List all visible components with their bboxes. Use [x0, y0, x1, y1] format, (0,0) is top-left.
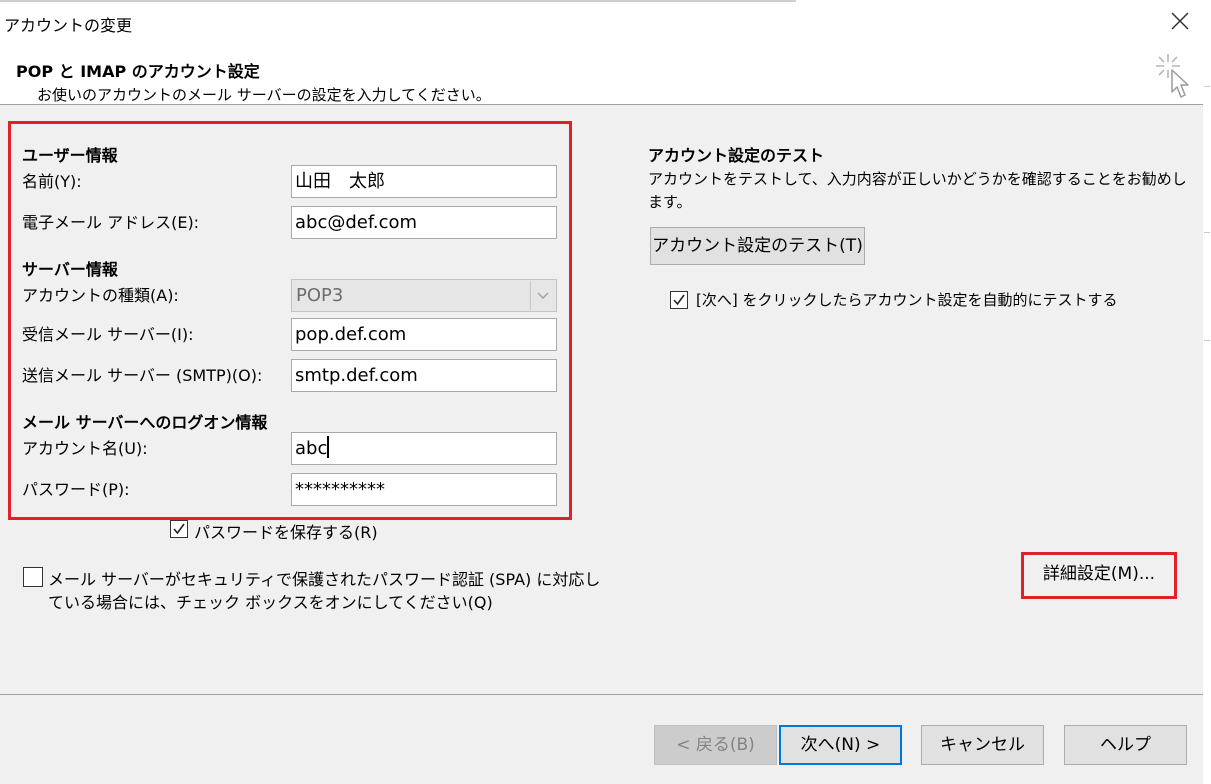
user-info-heading: ユーザー情報: [22, 146, 118, 165]
header-divider: [0, 104, 1203, 105]
logon-info-heading: メール サーバーへのログオン情報: [22, 413, 268, 432]
cursor-sparkle-icon: [1154, 52, 1196, 100]
incoming-server-field[interactable]: pop.def.com: [291, 318, 557, 351]
test-account-button[interactable]: アカウント設定のテスト(T): [650, 227, 865, 265]
title-bar: アカウントの変更: [0, 0, 1211, 46]
server-info-heading: サーバー情報: [22, 260, 118, 279]
checkmark-icon: [173, 523, 185, 535]
outgoing-server-field[interactable]: smtp.def.com: [291, 359, 557, 392]
footer-divider: [0, 694, 1203, 695]
spa-label-line1[interactable]: メール サーバーがセキュリティで保護されたパスワード認証 (SPA) に対応し: [48, 566, 600, 590]
account-change-dialog: アカウントの変更 POP と IMAP のアカウント設定 お使いのアカウントのメ…: [0, 0, 1211, 784]
outgoing-server-label: 送信メール サーバー (SMTP)(O):: [22, 366, 263, 385]
close-button[interactable]: [1162, 6, 1198, 40]
text-caret: [327, 436, 330, 458]
account-type-select[interactable]: POP3: [291, 279, 557, 312]
spa-label-line2[interactable]: ている場合には、チェック ボックスをオンにしてください(Q): [48, 589, 493, 613]
email-field[interactable]: abc@def.com: [291, 206, 557, 239]
account-type-value: POP3: [296, 285, 344, 306]
name-label: 名前(Y):: [22, 172, 82, 191]
test-heading: アカウント設定のテスト: [648, 146, 825, 165]
test-description-line1: アカウントをテストして、入力内容が正しいかどうかを確認することをお勧めし: [648, 170, 1187, 188]
account-name-value: abc: [295, 438, 328, 459]
save-password-checkbox[interactable]: [170, 520, 188, 538]
test-description-line2: ます。: [648, 193, 692, 211]
dialog-header: POP と IMAP のアカウント設定 お使いのアカウントのメール サーバーの設…: [0, 46, 1211, 105]
incoming-server-label: 受信メール サーバー(I):: [22, 325, 194, 344]
email-label: 電子メール アドレス(E):: [22, 213, 200, 232]
close-icon: [1171, 12, 1189, 34]
auto-test-label[interactable]: [次へ] をクリックしたらアカウント設定を自動的にテストする: [696, 289, 1117, 310]
title-top-line: [0, 0, 796, 2]
checkmark-icon: [673, 294, 685, 306]
account-type-label: アカウントの種類(A):: [22, 286, 179, 305]
chevron-down-icon: [530, 281, 555, 310]
save-password-label[interactable]: パスワードを保存する(R): [194, 519, 378, 543]
window-title: アカウントの変更: [4, 16, 133, 35]
help-button[interactable]: ヘルプ: [1064, 725, 1187, 765]
advanced-settings-button[interactable]: 詳細設定(M)...: [1026, 557, 1172, 594]
header-title: POP と IMAP のアカウント設定: [16, 62, 260, 81]
next-button[interactable]: 次へ(N) >: [779, 725, 902, 765]
spa-checkbox[interactable]: [23, 567, 43, 587]
password-field[interactable]: **********: [291, 473, 557, 506]
name-field[interactable]: 山田 太郎: [291, 165, 557, 198]
auto-test-checkbox[interactable]: [670, 291, 688, 309]
account-name-label: アカウント名(U):: [22, 439, 148, 458]
account-name-field[interactable]: abc: [291, 432, 557, 465]
cancel-button[interactable]: キャンセル: [921, 725, 1044, 765]
password-label: パスワード(P):: [22, 480, 130, 499]
header-subtitle: お使いのアカウントのメール サーバーの設定を入力してください。: [37, 86, 491, 104]
right-edge: [1203, 46, 1211, 784]
back-button[interactable]: < 戻る(B): [654, 725, 777, 765]
